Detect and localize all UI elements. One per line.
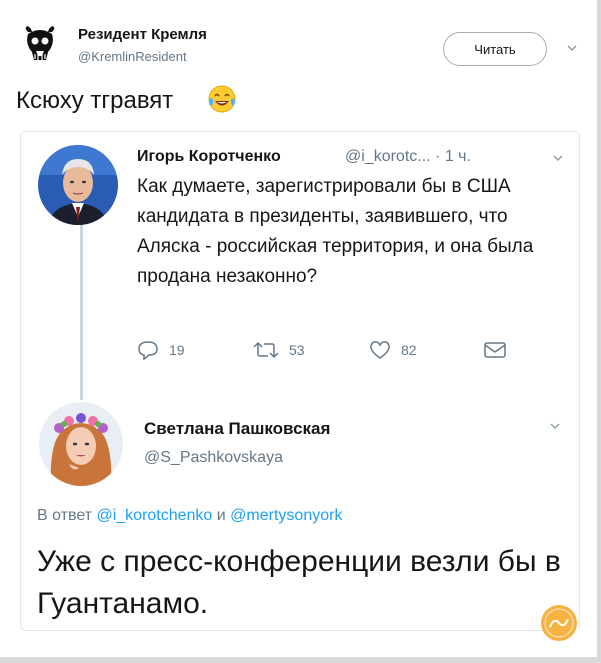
tweet-text: Ксюху тгравят xyxy=(16,87,174,114)
retweet-count: 53 xyxy=(289,342,305,358)
chevron-down-icon[interactable] xyxy=(552,152,564,164)
quoted-author-handle-time[interactable]: @i_korotc... · 1 ч. xyxy=(345,148,471,166)
reply-action[interactable]: 19 xyxy=(137,339,185,361)
watermark-logo-icon xyxy=(541,605,577,641)
author-name[interactable]: Резидент Кремля xyxy=(78,26,207,43)
reply-icon xyxy=(138,341,158,360)
dm-action[interactable] xyxy=(483,339,507,361)
follow-button[interactable]: Читать xyxy=(443,32,547,66)
reply-count: 19 xyxy=(169,342,185,358)
author-handle[interactable]: @KremlinResident xyxy=(78,49,187,64)
quoted-tweet-text: Как думаете, зарегистрировали бы в США к… xyxy=(137,176,534,287)
quoted-author-name[interactable]: Игорь Коротченко xyxy=(137,148,281,166)
reply-tweet-text: Уже с пресс-конференции везли бы в Гуант… xyxy=(37,545,561,620)
reply-author-handle[interactable]: @S_Pashkovskaya xyxy=(144,449,283,467)
mention-mertysonyork-link[interactable]: @mertysonyork xyxy=(230,507,342,524)
like-count: 82 xyxy=(401,342,417,358)
kremlin-resident-avatar[interactable] xyxy=(18,22,62,66)
like-action[interactable]: 82 xyxy=(369,339,417,361)
envelope-icon xyxy=(484,342,506,358)
reply-author-name[interactable]: Светлана Пашковская xyxy=(144,419,330,439)
korotchenko-avatar[interactable] xyxy=(38,145,118,225)
heart-icon xyxy=(370,341,390,359)
tweet-actions: 19 53 82 xyxy=(137,339,537,361)
crying-laughing-emoji-icon xyxy=(208,85,236,113)
reply-prefix: В ответ xyxy=(37,507,93,524)
reply-to-line: В ответ @i_korotchenko и @mertysonyork xyxy=(37,507,342,525)
thread-line xyxy=(80,224,83,400)
pashkovskaya-avatar[interactable] xyxy=(39,402,123,486)
reply-and: и xyxy=(216,507,226,524)
mention-korotchenko-link[interactable]: @i_korotchenko xyxy=(96,507,212,524)
retweet-icon xyxy=(253,341,279,359)
chevron-down-icon[interactable] xyxy=(566,42,578,54)
retweet-action[interactable]: 53 xyxy=(253,339,305,361)
chevron-down-icon[interactable] xyxy=(549,420,561,432)
